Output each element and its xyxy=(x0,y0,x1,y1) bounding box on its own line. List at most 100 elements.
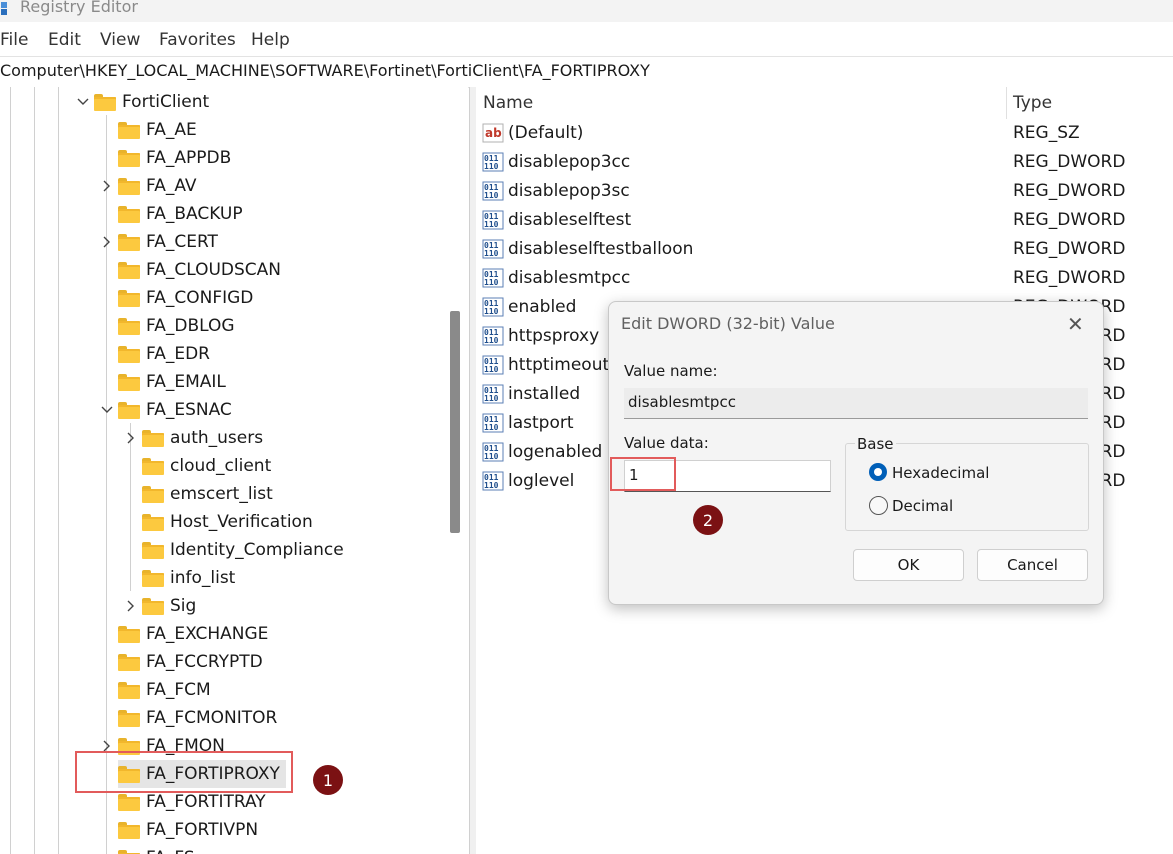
value-name[interactable]: installed xyxy=(508,384,580,404)
tree-node-label[interactable]: auth_users xyxy=(170,428,263,448)
tree-node[interactable]: FA_APPDB xyxy=(118,144,231,172)
tree-node-label[interactable]: FA_CONFIGD xyxy=(146,288,253,308)
tree-scrollbar-thumb[interactable] xyxy=(450,311,460,533)
tree-node[interactable]: FA_EDR xyxy=(118,340,210,368)
value-name[interactable]: loglevel xyxy=(508,471,574,491)
value-name[interactable]: enabled xyxy=(508,297,576,317)
tree-node[interactable]: Host_Verification xyxy=(142,508,313,536)
tree-node-label[interactable]: cloud_client xyxy=(170,456,271,476)
tree-node-label[interactable]: FA_AE xyxy=(146,120,197,140)
tree-node[interactable]: cloud_client xyxy=(142,452,271,480)
address-bar[interactable]: Computer\HKEY_LOCAL_MACHINE\SOFTWARE\For… xyxy=(0,56,1173,88)
chevron-down-icon[interactable] xyxy=(76,95,90,109)
tree-node[interactable]: FA_DBLOG xyxy=(118,312,235,340)
value-row[interactable]: 011 110 disablesmtpcc REG_DWORD xyxy=(482,264,1162,292)
close-icon[interactable]: ✕ xyxy=(1067,312,1084,336)
address-path[interactable]: Computer\HKEY_LOCAL_MACHINE\SOFTWARE\For… xyxy=(0,61,650,80)
tree-node[interactable]: FA_CERT xyxy=(118,228,218,256)
tree-node-label[interactable]: FA_APPDB xyxy=(146,148,231,168)
value-name[interactable]: disableselftestballoon xyxy=(508,239,693,259)
tree-node-label[interactable]: emscert_list xyxy=(170,484,273,504)
tree-node-label[interactable]: FA_FCM xyxy=(146,680,211,700)
value-row[interactable]: 011 110 disableselftestballoon REG_DWORD xyxy=(482,235,1162,263)
tree-node[interactable]: FA_FCCRYPTD xyxy=(118,648,263,676)
tree-node[interactable]: FA_ESNAC xyxy=(118,396,232,424)
value-name[interactable]: disablepop3sc xyxy=(508,181,630,201)
tree-node[interactable]: FA_BACKUP xyxy=(118,200,243,228)
value-row[interactable]: 011 110 disableselftest REG_DWORD xyxy=(482,206,1162,234)
value-name[interactable]: lastport xyxy=(508,413,574,433)
value-name[interactable]: httpsproxy xyxy=(508,326,599,346)
chevron-right-icon[interactable] xyxy=(100,179,114,193)
cancel-button[interactable]: Cancel xyxy=(977,549,1088,581)
menu-file[interactable]: File xyxy=(0,30,28,50)
chevron-right-icon[interactable] xyxy=(124,599,138,613)
value-row[interactable]: 011 110 disablepop3cc REG_DWORD xyxy=(482,148,1162,176)
chevron-down-icon[interactable] xyxy=(100,403,114,417)
menu-view[interactable]: View xyxy=(100,30,140,50)
value-name[interactable]: disableselftest xyxy=(508,210,631,230)
tree-node[interactable]: info_list xyxy=(142,564,235,592)
hexadecimal-label[interactable]: Hexadecimal xyxy=(892,464,989,482)
tree-node[interactable]: FA_EMAIL xyxy=(118,368,226,396)
tree-node[interactable]: FA_CONFIGD xyxy=(118,284,253,312)
tree-node-label[interactable]: FA_FCCRYPTD xyxy=(146,652,263,672)
tree-node[interactable]: FA_FORTIVPN xyxy=(118,816,258,844)
tree-node-label[interactable]: FA_FORTITRAY xyxy=(146,792,266,812)
menu-help[interactable]: Help xyxy=(251,30,290,50)
tree-node-label[interactable]: FA_EMAIL xyxy=(146,372,226,392)
decimal-label[interactable]: Decimal xyxy=(892,497,953,515)
folder-icon xyxy=(118,821,140,839)
value-name[interactable]: httptimeout xyxy=(508,355,609,375)
chevron-right-icon[interactable] xyxy=(124,431,138,445)
tree-node[interactable]: FA_EXCHANGE xyxy=(118,620,268,648)
tree-node-label[interactable]: FA_ESNAC xyxy=(146,400,232,420)
chevron-right-icon[interactable] xyxy=(100,235,114,249)
tree-node[interactable]: emscert_list xyxy=(142,480,273,508)
tree-node[interactable]: FA_FCM xyxy=(118,676,211,704)
tree-node-label[interactable]: Host_Verification xyxy=(170,512,313,532)
ok-button[interactable]: OK xyxy=(853,549,964,581)
value-type: REG_DWORD xyxy=(1013,239,1126,259)
value-name[interactable]: logenabled xyxy=(508,442,602,462)
tree-node-label[interactable]: info_list xyxy=(170,568,235,588)
value-name[interactable]: (Default) xyxy=(508,123,583,143)
tree-node[interactable]: FA_AV xyxy=(118,172,197,200)
tree-node-label[interactable]: FA_DBLOG xyxy=(146,316,235,336)
column-divider[interactable] xyxy=(1006,87,1007,119)
hexadecimal-radio[interactable] xyxy=(869,463,887,481)
tree-node-label[interactable]: FA_FS xyxy=(146,848,195,854)
tree-node[interactable]: FA_CLOUDSCAN xyxy=(118,256,281,284)
tree-node-label[interactable]: FortiClient xyxy=(122,92,209,112)
menu-edit[interactable]: Edit xyxy=(48,30,81,50)
tree-node[interactable]: FortiClient xyxy=(94,88,209,116)
key-tree[interactable]: FortiClient FA_AE FA_APPDB FA_AV FA_BACKUP FA… xyxy=(0,87,468,854)
value-row[interactable]: ab (Default) REG_SZ xyxy=(482,119,1162,147)
tree-node-label[interactable]: FA_BACKUP xyxy=(146,204,243,224)
tree-node-label[interactable]: FA_AV xyxy=(146,176,197,196)
folder-icon xyxy=(118,121,140,139)
tree-node-label[interactable]: Sig xyxy=(170,596,196,616)
column-header-type[interactable]: Type xyxy=(1013,93,1052,113)
tree-node[interactable]: FA_FCMONITOR xyxy=(118,704,277,732)
tree-node-label[interactable]: FA_FCMONITOR xyxy=(146,708,277,728)
tree-node-label[interactable]: Identity_Compliance xyxy=(170,540,344,560)
tree-node-label[interactable]: FA_CERT xyxy=(146,232,218,252)
value-name[interactable]: disablepop3cc xyxy=(508,152,630,172)
value-name[interactable]: disablesmtpcc xyxy=(508,268,630,288)
column-header-name[interactable]: Name xyxy=(483,93,533,113)
tree-node-label[interactable]: FA_FORTIVPN xyxy=(146,820,258,840)
tree-node-label[interactable]: FA_EXCHANGE xyxy=(146,624,268,644)
tree-node[interactable]: auth_users xyxy=(142,424,263,452)
tree-node-label[interactable]: FA_EDR xyxy=(146,344,210,364)
svg-text:110: 110 xyxy=(484,481,499,490)
tree-node[interactable]: Identity_Compliance xyxy=(142,536,344,564)
tree-node[interactable]: Sig xyxy=(142,592,196,620)
menu-favorites[interactable]: Favorites xyxy=(159,30,236,50)
value-row[interactable]: 011 110 disablepop3sc REG_DWORD xyxy=(482,177,1162,205)
tree-node-label[interactable]: FA_CLOUDSCAN xyxy=(146,260,281,280)
decimal-radio[interactable] xyxy=(869,496,888,515)
tree-node[interactable]: FA_AE xyxy=(118,116,197,144)
tree-node[interactable]: FA_FS xyxy=(118,844,195,854)
tree-guide-line xyxy=(130,423,131,591)
